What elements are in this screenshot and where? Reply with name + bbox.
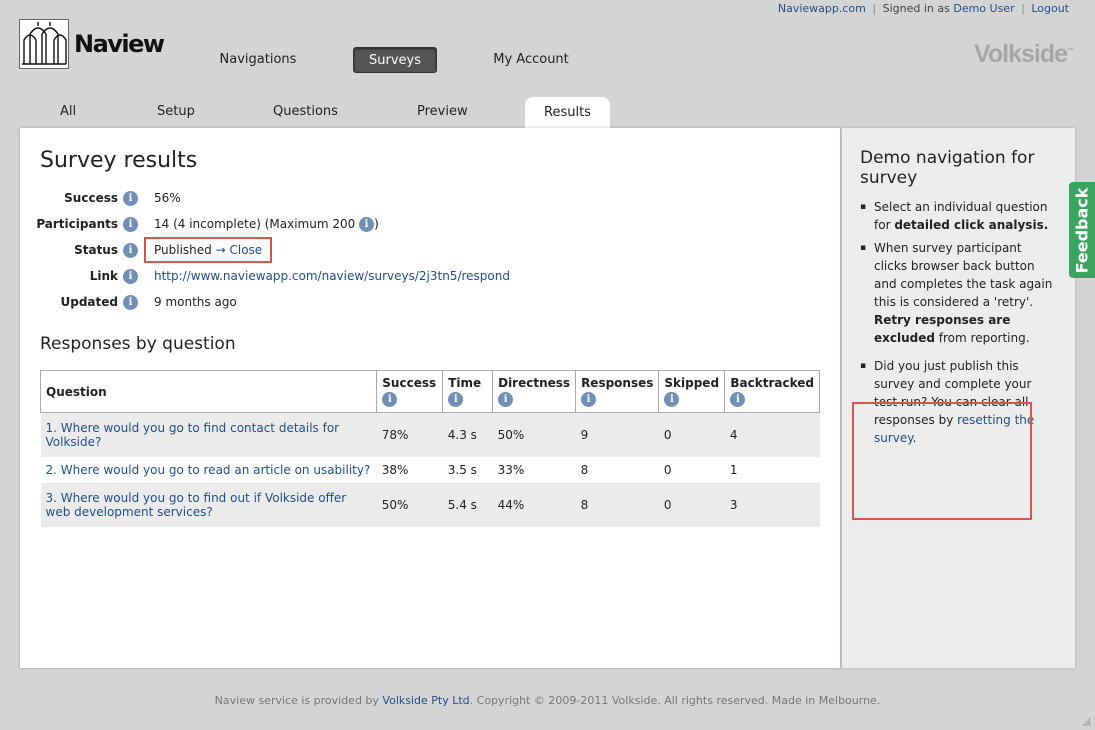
cell-backtracked: 3 (724, 482, 820, 527)
list-item: When survey participant clicks browser b… (856, 239, 1056, 347)
separator: | (1021, 2, 1025, 15)
separator: | (872, 2, 877, 15)
list-item: Select an individual question for detail… (856, 198, 1056, 234)
top-account-bar: Naviewapp.com | Signed in as Demo User |… (778, 2, 1069, 15)
info-icon[interactable]: i (123, 217, 138, 232)
column-header-time[interactable]: Time i (442, 370, 494, 413)
updated-value: 9 months ago (154, 295, 237, 309)
cell-success: 78% (376, 412, 443, 457)
feedback-tab[interactable]: Feedback (1069, 182, 1095, 278)
cell-directness: 44% (492, 482, 576, 527)
updated-label: Updated (60, 295, 119, 309)
column-header-backtracked[interactable]: Backtracked i (724, 370, 820, 413)
info-icon[interactable]: i (123, 243, 138, 258)
cell-skipped: 0 (658, 482, 725, 527)
info-icon[interactable]: i (359, 217, 375, 232)
cell-responses: 9 (575, 412, 659, 457)
column-header-responses[interactable]: Responses i (575, 370, 660, 413)
table-row: 2. Where would you go to read an article… (40, 456, 820, 483)
info-icon[interactable]: i (123, 191, 138, 206)
cell-time: 5.4 s (442, 482, 493, 527)
question-link[interactable]: 1. Where would you go to find contact de… (46, 421, 340, 449)
tab-results[interactable]: Results (525, 97, 610, 129)
status-value: Published (154, 243, 212, 257)
nav-surveys[interactable]: Surveys (353, 47, 437, 73)
logout-link[interactable]: Logout (1031, 2, 1069, 15)
tab-all[interactable]: All (60, 104, 76, 119)
signed-in-text: Signed in as (882, 2, 950, 15)
column-header-skipped[interactable]: Skipped i (658, 370, 726, 413)
page-title: Survey results (40, 148, 198, 173)
table-row: 3. Where would you go to find out if Vol… (40, 482, 820, 527)
link-label: Link (89, 269, 118, 283)
responses-heading: Responses by question (40, 334, 236, 354)
sidebar-title: Demo navigation for survey (860, 148, 1035, 188)
column-header-directness[interactable]: Directness i (492, 370, 577, 413)
participants-value: 14 (4 incomplete) (Maximum 200 i) (154, 217, 379, 232)
highlight-box (852, 402, 1032, 520)
info-icon[interactable]: i (581, 392, 597, 407)
cell-responses: 8 (575, 456, 659, 483)
question-link[interactable]: 2. Where would you go to read an article… (46, 463, 371, 477)
table-header-row: Question Success i Time i Directness i Resp… (39, 370, 820, 413)
cell-backtracked: 4 (724, 412, 820, 457)
survey-url-link[interactable]: http://www.naviewapp.com/naview/surveys/… (154, 266, 510, 286)
cell-directness: 50% (492, 412, 576, 457)
cell-backtracked: 1 (724, 456, 820, 483)
nav-my-account[interactable]: My Account (480, 47, 582, 73)
cell-success: 38% (376, 456, 443, 483)
footer: Naview service is provided by Volkside P… (214, 694, 881, 707)
tab-preview[interactable]: Preview (417, 104, 468, 119)
cell-directness: 33% (492, 456, 576, 483)
site-link[interactable]: Naviewapp.com (778, 2, 866, 15)
info-icon[interactable]: i (730, 392, 746, 407)
info-icon[interactable]: i (448, 392, 464, 407)
feedback-label: Feedback (1072, 187, 1092, 273)
cell-skipped: 0 (658, 412, 725, 457)
logo-building-icon (19, 19, 69, 69)
user-link[interactable]: Demo User (953, 2, 1014, 15)
cell-success: 50% (376, 482, 443, 527)
success-label: Success (64, 191, 118, 205)
info-icon[interactable]: i (498, 392, 514, 407)
cell-skipped: 0 (658, 456, 725, 483)
table-row: 1. Where would you go to find contact de… (40, 412, 820, 457)
cell-time: 3.5 s (442, 456, 493, 483)
volkside-brand: Volkside™ (974, 40, 1074, 68)
column-header-success[interactable]: Success i (376, 370, 444, 413)
question-link[interactable]: 3. Where would you go to find out if Vol… (46, 491, 347, 519)
info-icon[interactable]: i (123, 295, 138, 310)
company-link[interactable]: Volkside Pty Ltd (382, 694, 469, 707)
cell-time: 4.3 s (442, 412, 493, 457)
responses-table: Question Success i Time i Directness i Resp… (39, 370, 820, 527)
close-survey-link[interactable]: Close (230, 243, 263, 257)
info-icon[interactable]: i (382, 392, 398, 407)
logo-text: Naview (74, 30, 165, 58)
participants-label: Participants (36, 217, 118, 231)
demo-sidebar: Demo navigation for survey Select an ind… (842, 128, 1075, 668)
status-label: Status (74, 243, 118, 257)
status-highlight: Published → Close (144, 237, 273, 263)
tab-questions[interactable]: Questions (273, 104, 338, 119)
info-icon[interactable]: i (123, 269, 138, 284)
success-value: 56% (154, 191, 181, 205)
arrow-icon: → (215, 243, 226, 257)
nav-navigations[interactable]: Navigations (204, 47, 312, 73)
info-icon[interactable]: i (664, 392, 680, 407)
cell-responses: 8 (575, 482, 659, 527)
naview-logo[interactable]: Naview (19, 19, 165, 69)
resize-grip-icon[interactable] (1081, 716, 1091, 726)
column-header-question[interactable]: Question (39, 370, 378, 413)
main-panel: Survey results Success i 56% Participant… (20, 128, 840, 668)
tab-setup[interactable]: Setup (157, 104, 195, 119)
